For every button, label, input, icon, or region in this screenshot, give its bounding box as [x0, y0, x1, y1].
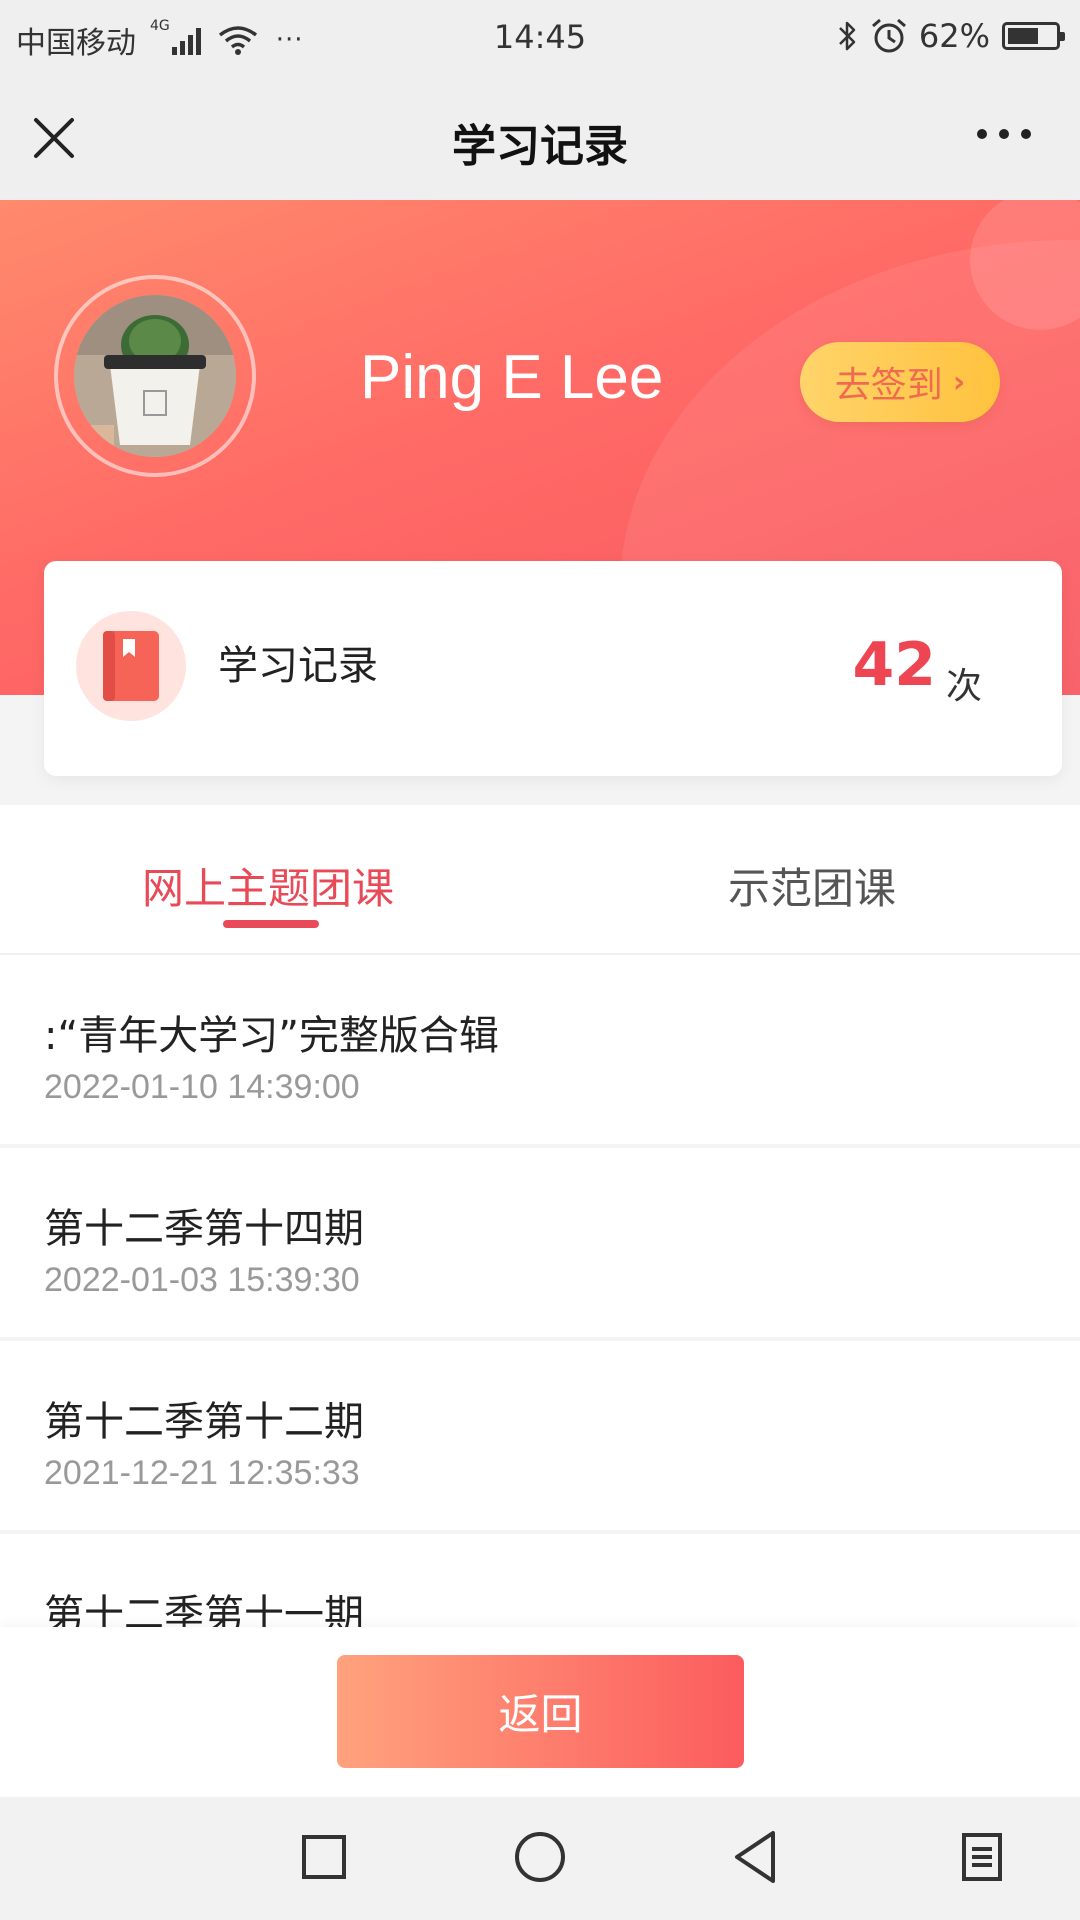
- home-icon[interactable]: [508, 1825, 572, 1889]
- recents-icon[interactable]: [292, 1825, 356, 1889]
- title-bar: 学习记录: [0, 76, 1080, 200]
- alarm-icon: [871, 18, 906, 53]
- tab-demo-class[interactable]: 示范团课: [728, 855, 896, 916]
- record-unit: 次: [945, 666, 982, 707]
- item-title: 第十二季第十二期: [44, 1399, 364, 1445]
- battery-icon: [1002, 22, 1065, 50]
- list-item[interactable]: :“青年大学习”完整版合辑 2022-01-10 14:39:00: [0, 955, 1080, 1148]
- item-title: :“青年大学习”完整版合辑: [44, 1013, 499, 1059]
- checkin-button[interactable]: 去签到 ›: [800, 342, 1000, 422]
- record-count: 42: [852, 630, 937, 700]
- list-item[interactable]: 第十二季第十四期 2022-01-03 15:39:30: [0, 1148, 1080, 1341]
- bottom-action-bar: 返回: [0, 1627, 1080, 1797]
- bluetooth-icon: [838, 21, 856, 51]
- more-icon[interactable]: [976, 124, 1032, 144]
- system-nav-bar: [0, 1797, 1080, 1920]
- user-name: Ping E Lee: [360, 343, 664, 412]
- record-list: :“青年大学习”完整版合辑 2022-01-10 14:39:00 第十二季第十…: [0, 955, 1080, 1635]
- checkin-label: 去签到: [834, 365, 943, 406]
- back-icon[interactable]: [725, 1825, 789, 1889]
- avatar[interactable]: [74, 295, 236, 457]
- book-icon-badge: [76, 611, 186, 721]
- menu-icon[interactable]: [950, 1825, 1014, 1889]
- status-right: 62%: [837, 16, 1065, 56]
- item-time: 2021-12-21 12:35:33: [44, 1454, 360, 1492]
- battery-percent: 62%: [918, 17, 990, 55]
- active-tab-indicator: [223, 920, 319, 928]
- avatar-cactus-image: [74, 295, 236, 457]
- record-summary-card: 学习记录 42 次: [44, 561, 1062, 776]
- item-time: 2022-01-03 15:39:30: [44, 1261, 360, 1299]
- tab-bar: 网上主题团课 示范团课: [0, 805, 1080, 955]
- list-item[interactable]: 第十二季第十二期 2021-12-21 12:35:33: [0, 1341, 1080, 1534]
- list-item[interactable]: 第十二季第十一期: [0, 1534, 1080, 1635]
- avatar-ring: [54, 275, 256, 477]
- status-bar: 中国移动 4G ··· 14:45 62%: [0, 0, 1080, 76]
- item-time: 2022-01-10 14:39:00: [44, 1068, 360, 1106]
- back-button[interactable]: 返回: [337, 1655, 744, 1768]
- item-title: 第十二季第十四期: [44, 1206, 364, 1252]
- page-title: 学习记录: [452, 121, 628, 172]
- book-icon: [103, 631, 159, 701]
- chevron-right-icon: ›: [952, 364, 966, 400]
- tab-online-theme-class[interactable]: 网上主题团课: [142, 855, 394, 916]
- record-label: 学习记录: [218, 643, 378, 689]
